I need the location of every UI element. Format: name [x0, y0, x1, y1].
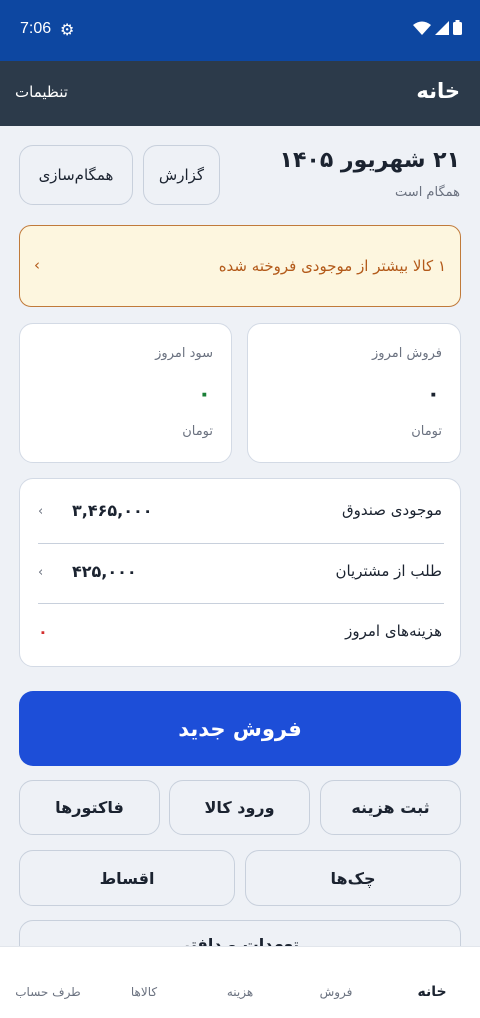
installments-button[interactable]: اقساط: [19, 850, 235, 906]
sync-status: همگام است: [395, 185, 460, 200]
cash-balance-value: ۳,۴۶۵,۰۰۰: [72, 501, 153, 520]
settings-status-icon: ⚙: [60, 20, 75, 39]
sales-today-unit: تومان: [411, 424, 442, 439]
nav-home[interactable]: خانه: [384, 984, 480, 1000]
new-sale-button[interactable]: فروش جدید: [19, 691, 461, 766]
alert-text: ۱ کالا بیشتر از موجودی فروخته شده: [218, 257, 446, 275]
profit-today-card[interactable]: سود امروز ۰ تومان: [19, 323, 232, 463]
bottom-nav: خانه فروش هزینه کالاها طرف حساب: [0, 946, 480, 1018]
app-bar: خانه تنظیمات: [0, 61, 480, 126]
receivables-value: ۴۲۵,۰۰۰: [72, 562, 137, 581]
sales-today-card[interactable]: فروش امروز ۰ تومان: [247, 323, 461, 463]
profit-today-value: ۰: [197, 382, 211, 407]
divider: [38, 543, 444, 544]
nav-products[interactable]: کالاها: [96, 985, 192, 999]
expenses-today-value: ۰: [38, 622, 48, 641]
page-title: خانه: [416, 79, 460, 103]
divider: [38, 603, 444, 604]
chevron-left-icon: ‹: [38, 565, 44, 580]
summary-card: موجودی صندوق ۳,۴۶۵,۰۰۰ ‹ طلب از مشتریان …: [19, 478, 461, 667]
cell-signal-icon: [435, 20, 449, 35]
status-icons: [413, 20, 462, 35]
nav-accounts[interactable]: طرف حساب: [0, 985, 96, 999]
profit-today-label: سود امروز: [155, 346, 213, 361]
report-button[interactable]: گزارش: [143, 145, 220, 205]
chevron-left-icon: ‹: [38, 504, 44, 519]
status-time: 7:06: [20, 20, 52, 37]
sales-today-value: ۰: [426, 382, 440, 407]
nav-expense[interactable]: هزینه: [192, 985, 288, 999]
receivables-label: طلب از مشتریان: [335, 562, 442, 580]
expenses-today-label: هزینه‌های امروز: [345, 622, 442, 640]
stock-in-button[interactable]: ورود کالا: [169, 780, 310, 835]
profit-today-unit: تومان: [182, 424, 213, 439]
cheques-button[interactable]: چک‌ها: [245, 850, 461, 906]
sync-button[interactable]: همگام‌سازی: [19, 145, 133, 205]
oversold-alert[interactable]: ۱ کالا بیشتر از موجودی فروخته شده ‹: [19, 225, 461, 307]
cash-balance-label: موجودی صندوق: [341, 501, 442, 519]
battery-icon: [453, 20, 462, 35]
settings-button[interactable]: تنظیمات: [15, 83, 68, 101]
status-bar: 7:06 ⚙: [0, 0, 480, 61]
wifi-icon: [413, 21, 431, 35]
record-expense-button[interactable]: ثبت هزینه: [320, 780, 461, 835]
chevron-left-icon: ‹: [34, 256, 40, 274]
date-title: ۲۱ شهریور ۱۴۰۵: [279, 148, 460, 173]
nav-sales[interactable]: فروش: [288, 985, 384, 999]
invoices-button[interactable]: فاکتورها: [19, 780, 160, 835]
sales-today-label: فروش امروز: [372, 346, 442, 361]
